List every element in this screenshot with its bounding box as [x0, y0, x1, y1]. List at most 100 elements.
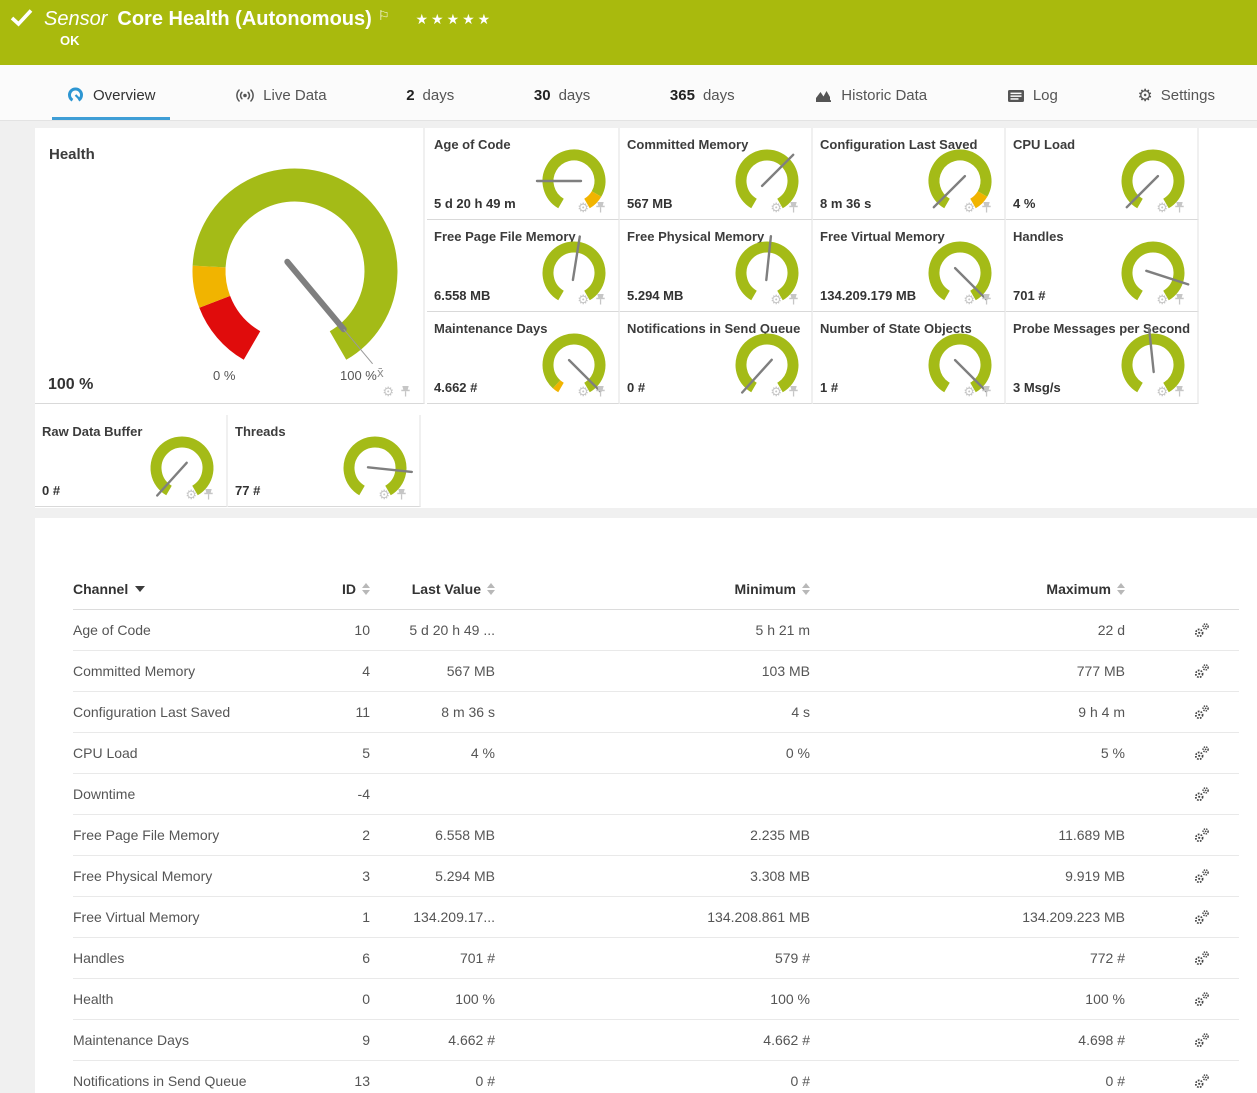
- pin-icon[interactable]: [595, 385, 606, 398]
- table-row-maintenance-days[interactable]: Maintenance Days 9 4.662 # 4.662 # 4.698…: [73, 1020, 1239, 1061]
- edit-channel-icon[interactable]: [1193, 950, 1211, 967]
- gauge-tile-notifications-in-send-queue: Notifications in Send Queue 0 # ⚙: [620, 312, 813, 404]
- sort-icon: [802, 583, 810, 595]
- gauge-value: 0 #: [42, 483, 60, 498]
- pin-icon[interactable]: [788, 385, 799, 398]
- edit-channel-icon[interactable]: [1193, 622, 1211, 639]
- pin-icon[interactable]: [595, 293, 606, 306]
- pin-icon[interactable]: [396, 488, 407, 501]
- table-row-free-physical-memory[interactable]: Free Physical Memory 3 5.294 MB 3.308 MB…: [73, 856, 1239, 897]
- tab-365-days[interactable]: 365days: [656, 87, 749, 120]
- table-row-health[interactable]: Health 0 100 % 100 % 100 %: [73, 979, 1239, 1020]
- tab-historic-data[interactable]: Historic Data: [800, 87, 941, 120]
- edit-channel-icon[interactable]: [1193, 745, 1211, 762]
- pin-icon[interactable]: [1174, 201, 1185, 214]
- gauge-title: Raw Data Buffer: [42, 424, 142, 439]
- pin-icon[interactable]: [1174, 293, 1185, 306]
- table-row-free-virtual-memory[interactable]: Free Virtual Memory 1 134.209.17... 134.…: [73, 897, 1239, 938]
- column-header-maximum[interactable]: Maximum: [810, 581, 1125, 597]
- gauge-tile-probe-messages-per-second: Probe Messages per Second 3 Msg/s ⚙: [1006, 312, 1199, 404]
- sort-icon: [362, 583, 370, 595]
- table-row-cpu-load[interactable]: CPU Load 5 4 % 0 % 5 %: [73, 733, 1239, 774]
- tab-settings[interactable]: ⚙Settings: [1124, 87, 1229, 120]
- tab-live-data[interactable]: Live Data: [221, 87, 340, 120]
- cell-last-value: 134.209.17...: [370, 909, 495, 925]
- edit-channel-icon[interactable]: [1193, 909, 1211, 926]
- gear-icon[interactable]: ⚙: [1156, 386, 1168, 398]
- gauge-tile-health: Health x̄ 0 % 100 % 100 % ⚙: [35, 128, 425, 404]
- pin-icon[interactable]: [400, 385, 411, 398]
- pin-icon[interactable]: [203, 488, 214, 501]
- table-row-free-page-file-memory[interactable]: Free Page File Memory 2 6.558 MB 2.235 M…: [73, 815, 1239, 856]
- gauge-tile-maintenance-days: Maintenance Days 4.662 # ⚙: [427, 312, 620, 404]
- pin-icon[interactable]: [788, 201, 799, 214]
- edit-channel-icon[interactable]: [1193, 1032, 1211, 1049]
- gear-icon[interactable]: ⚙: [185, 489, 197, 501]
- tab-30-days[interactable]: 30days: [520, 87, 604, 120]
- gear-icon[interactable]: ⚙: [382, 386, 394, 398]
- pin-icon[interactable]: [1174, 385, 1185, 398]
- gear-icon[interactable]: ⚙: [770, 386, 782, 398]
- cell-channel: CPU Load: [73, 745, 303, 761]
- gear-icon[interactable]: ⚙: [577, 386, 589, 398]
- tab-2-days[interactable]: 2days: [392, 87, 468, 120]
- edit-channel-icon[interactable]: [1193, 663, 1211, 680]
- edit-channel-icon[interactable]: [1193, 786, 1211, 803]
- edit-channel-icon[interactable]: [1193, 827, 1211, 844]
- tab-log[interactable]: Log: [993, 87, 1072, 120]
- tab-overview[interactable]: Overview: [52, 87, 170, 120]
- cell-id: 9: [303, 1032, 370, 1048]
- gear-icon[interactable]: ⚙: [963, 294, 975, 306]
- pin-icon[interactable]: [788, 293, 799, 306]
- edit-channel-icon[interactable]: [1193, 991, 1211, 1008]
- column-header-minimum[interactable]: Minimum: [495, 581, 810, 597]
- health-gauge: x̄: [175, 161, 415, 376]
- cell-channel: Handles: [73, 950, 303, 966]
- cell-last-value: 5.294 MB: [370, 868, 495, 884]
- pin-icon[interactable]: [981, 385, 992, 398]
- cell-maximum: 0 #: [810, 1073, 1125, 1089]
- gauge-title: Threads: [235, 424, 286, 439]
- gauge-value: 5.294 MB: [627, 288, 683, 303]
- gear-icon[interactable]: ⚙: [1156, 294, 1168, 306]
- gear-icon[interactable]: ⚙: [378, 489, 390, 501]
- sort-icon: [1117, 583, 1125, 595]
- tab-label: Settings: [1161, 87, 1215, 104]
- flag-icon[interactable]: ⚐: [378, 8, 390, 24]
- cell-channel: Free Page File Memory: [73, 827, 303, 843]
- table-row-handles[interactable]: Handles 6 701 # 579 # 772 #: [73, 938, 1239, 979]
- gear-icon[interactable]: ⚙: [577, 202, 589, 214]
- cell-id: 13: [303, 1073, 370, 1089]
- pin-icon[interactable]: [595, 201, 606, 214]
- edit-channel-icon[interactable]: [1193, 1073, 1211, 1090]
- edit-channel-icon[interactable]: [1193, 704, 1211, 721]
- cell-last-value: 701 #: [370, 950, 495, 966]
- table-row-committed-memory[interactable]: Committed Memory 4 567 MB 103 MB 777 MB: [73, 651, 1239, 692]
- cell-id: 1: [303, 909, 370, 925]
- gear-icon[interactable]: ⚙: [963, 386, 975, 398]
- cell-id: -4: [303, 786, 370, 802]
- table-row-downtime[interactable]: Downtime -4: [73, 774, 1239, 815]
- column-header-id[interactable]: ID: [303, 581, 370, 597]
- gauge-value: 1 #: [820, 380, 838, 395]
- table-row-notifications-in-send-queue[interactable]: Notifications in Send Queue 13 0 # 0 # 0…: [73, 1061, 1239, 1093]
- tab-label: Overview: [93, 87, 156, 104]
- cell-last-value: 5 d 20 h 49 ...: [370, 622, 495, 638]
- gear-icon[interactable]: ⚙: [963, 202, 975, 214]
- priority-stars[interactable]: ★★★★★: [415, 11, 493, 28]
- channels-panel: Channel ID Last Value Minimum Maximum Ag…: [35, 518, 1257, 1093]
- gear-icon[interactable]: ⚙: [1156, 202, 1168, 214]
- column-header-channel[interactable]: Channel: [73, 581, 303, 597]
- column-header-last-value[interactable]: Last Value: [370, 581, 495, 597]
- gear-icon[interactable]: ⚙: [770, 202, 782, 214]
- gear-icon[interactable]: ⚙: [770, 294, 782, 306]
- table-row-configuration-last-saved[interactable]: Configuration Last Saved 11 8 m 36 s 4 s…: [73, 692, 1239, 733]
- gauge-value: 0 #: [627, 380, 645, 395]
- edit-channel-icon[interactable]: [1193, 868, 1211, 885]
- pin-icon[interactable]: [981, 293, 992, 306]
- gear-icon[interactable]: ⚙: [577, 294, 589, 306]
- cell-channel: Free Physical Memory: [73, 868, 303, 884]
- table-row-age-of-code[interactable]: Age of Code 10 5 d 20 h 49 ... 5 h 21 m …: [73, 610, 1239, 651]
- pin-icon[interactable]: [981, 201, 992, 214]
- cell-id: 3: [303, 868, 370, 884]
